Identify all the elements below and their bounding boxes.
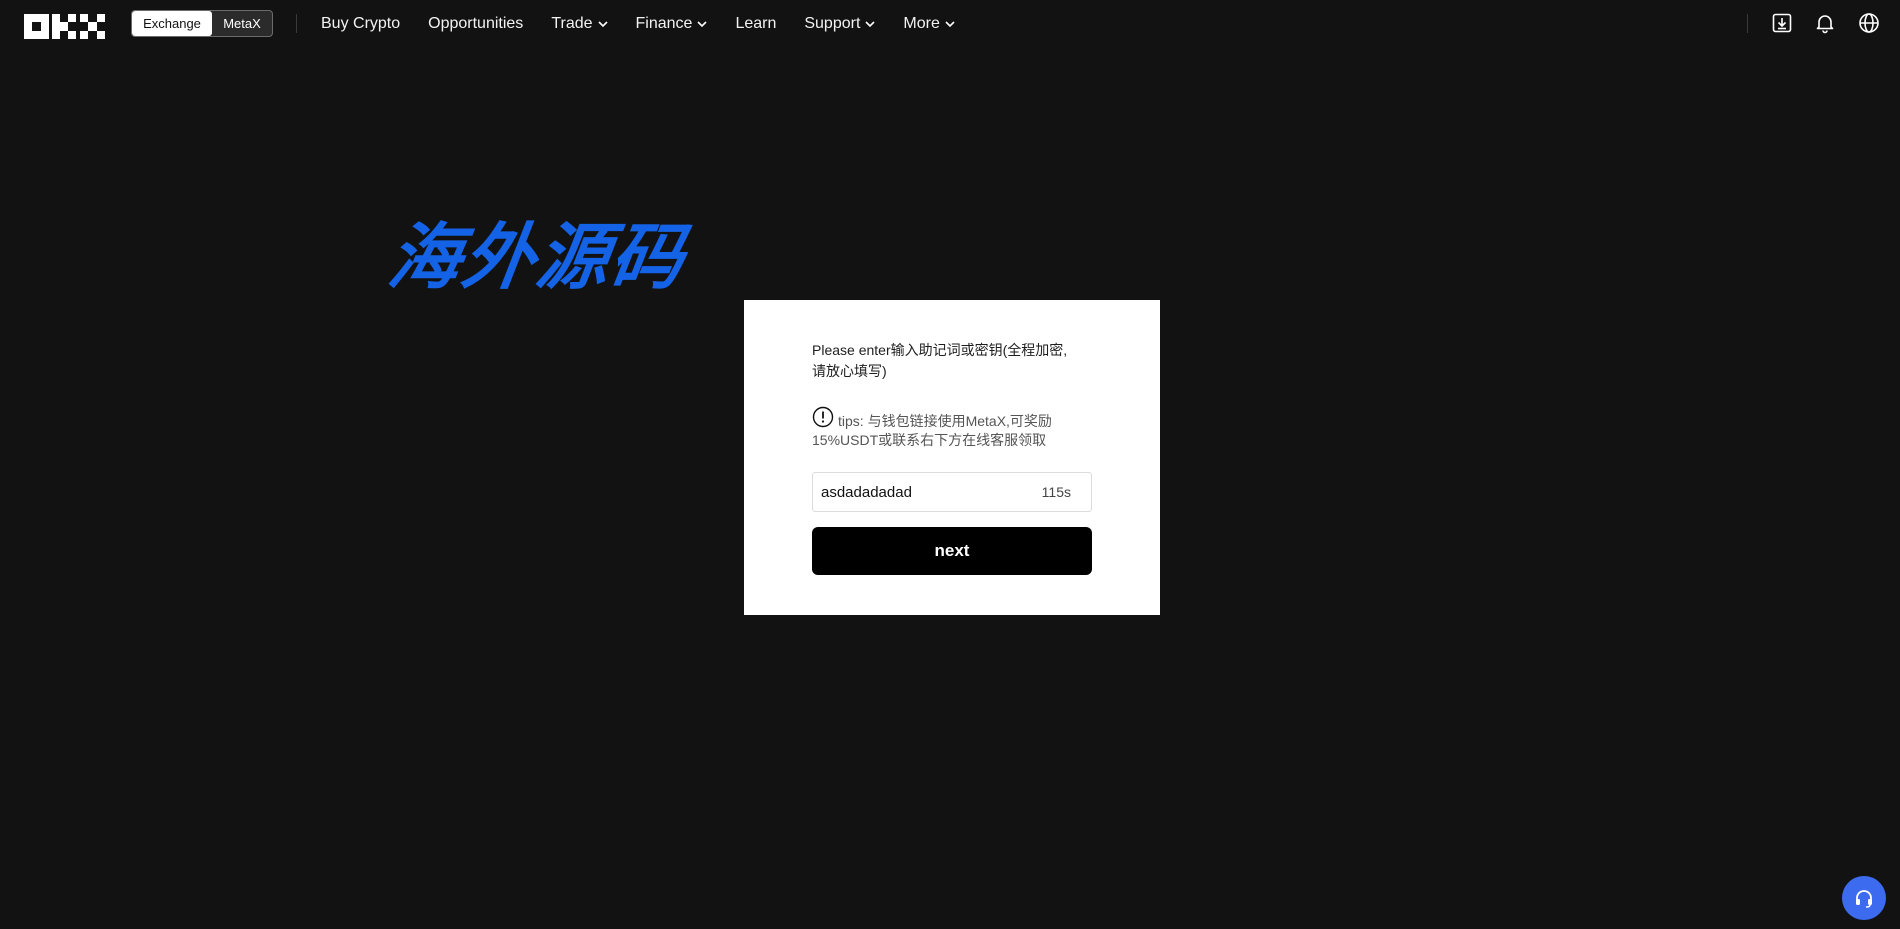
globe-icon[interactable] (1858, 12, 1880, 34)
nav-label: Finance (635, 15, 693, 32)
chevron-down-icon (697, 21, 708, 28)
nav-learn[interactable]: Learn (735, 15, 776, 33)
top-navigation-bar: Exchange MetaX Buy Crypto Opportunities … (0, 0, 1900, 48)
nav-label: Learn (735, 15, 777, 32)
seed-phrase-card: Please enter输入助记词或密钥(全程加密, 请放心填写) tips: … (744, 300, 1160, 615)
headset-icon (1856, 890, 1872, 908)
tip-text: tips: 与钱包链接使用MetaX,可奖励 15%USDT或联系右下方在线客服… (812, 406, 1102, 450)
nav-buy-crypto[interactable]: Buy Crypto (321, 15, 400, 33)
chevron-down-icon (945, 21, 955, 28)
prompt-line-2: 请放心填写) (812, 363, 887, 379)
metax-tab[interactable]: MetaX (212, 11, 272, 36)
alert-circle-icon (812, 406, 834, 428)
support-chat-button[interactable] (1842, 876, 1886, 920)
nav-opportunities[interactable]: Opportunities (428, 15, 523, 33)
watermark-text: 海外源码 (383, 214, 692, 299)
exchange-metax-switcher: Exchange MetaX (131, 10, 273, 37)
okx-logo-icon[interactable] (24, 14, 105, 39)
prompt-text: Please enter输入助记词或密钥(全程加密, 请放心填写) (812, 340, 1102, 382)
nav-support[interactable]: Support (804, 15, 875, 33)
chevron-down-icon (865, 21, 875, 28)
exchange-tab[interactable]: Exchange (132, 11, 212, 36)
tip-line-1: tips: 与钱包链接使用MetaX,可奖励 (838, 413, 1052, 429)
next-button[interactable]: next (812, 527, 1092, 575)
prompt-line-1: Please enter输入助记词或密钥(全程加密, (812, 342, 1068, 358)
chevron-down-icon (597, 21, 608, 28)
main-nav: Buy Crypto Opportunities Trade Finance L… (321, 0, 983, 48)
nav-finance[interactable]: Finance (636, 15, 708, 33)
nav-label: Support (804, 15, 861, 32)
nav-label: Trade (551, 15, 593, 32)
nav-label: Buy Crypto (321, 15, 401, 32)
nav-more[interactable]: More (903, 15, 955, 33)
tip-line-2: 15%USDT或联系右下方在线客服领取 (812, 432, 1047, 448)
seed-phrase-input[interactable] (821, 483, 1042, 501)
download-icon[interactable] (1771, 12, 1793, 34)
header-icons-divider (1747, 14, 1748, 33)
countdown-timer: 115s (1041, 484, 1071, 500)
nav-trade[interactable]: Trade (551, 15, 608, 33)
bell-icon[interactable] (1814, 12, 1836, 34)
nav-divider (296, 14, 297, 33)
seed-phrase-field: 115s (812, 472, 1092, 512)
nav-label: More (903, 15, 940, 32)
nav-label: Opportunities (428, 15, 524, 32)
